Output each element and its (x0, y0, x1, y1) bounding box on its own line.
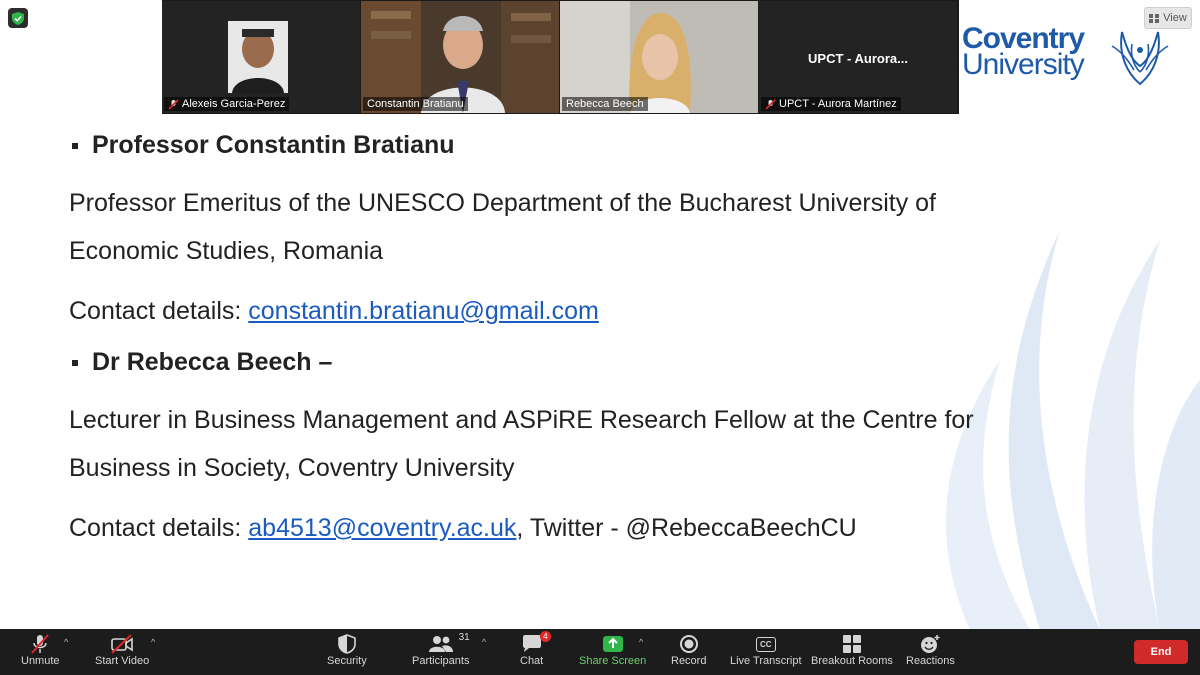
speaker-contact-1: Contact details: constantin.bratianu@gma… (69, 297, 599, 325)
video-tile-aurora[interactable]: UPCT - Aurora... UPCT - Aurora Martínez (759, 1, 957, 113)
record-icon (679, 635, 698, 653)
bullet-square (72, 142, 78, 149)
tile-name-label: Rebecca Beech (562, 97, 648, 111)
share-options-caret[interactable]: ^ (639, 637, 643, 647)
smiley-plus-icon (921, 635, 940, 653)
video-tile-constantin[interactable]: Constantin Bratianu (361, 1, 559, 113)
tile-center-name: UPCT - Aurora... (808, 51, 908, 66)
email-link-2[interactable]: ab4513@coventry.ac.uk (248, 514, 516, 542)
chat-button[interactable]: 4 Chat (520, 631, 551, 667)
participant-video-strip: Alexeis Garcia-Perez Constantin Bratianu (162, 0, 959, 114)
start-video-button[interactable]: Start Video (95, 633, 149, 667)
video-options-caret[interactable]: ^ (151, 637, 155, 647)
video-tile-rebecca[interactable]: Rebecca Beech (560, 1, 758, 113)
breakout-rooms-grid-icon (842, 635, 861, 653)
reactions-button[interactable]: Reactions (906, 633, 955, 667)
muted-mic-icon (168, 98, 179, 110)
end-meeting-button[interactable]: End (1134, 640, 1188, 664)
shield-icon (338, 634, 356, 654)
live-transcript-button[interactable]: CC Live Transcript (730, 633, 802, 667)
encryption-shield-icon[interactable] (8, 8, 28, 28)
video-off-icon (111, 634, 133, 654)
coventry-university-logo: Coventry University (962, 24, 1174, 90)
participants-count: 31 (458, 632, 470, 643)
security-button[interactable]: Security (327, 633, 367, 667)
record-button[interactable]: Record (671, 633, 706, 667)
slide-content: Professor Constantin Bratianu Professor … (69, 124, 1069, 552)
participants-button[interactable]: 31 Participants (412, 632, 470, 667)
muted-microphone-icon (31, 634, 50, 654)
phoenix-emblem-icon (1111, 31, 1169, 86)
speaker-heading-2: Dr Rebecca Beech – (69, 348, 1069, 377)
tile-name-label: Alexeis Garcia-Perez (164, 97, 290, 111)
logo-line-2: University (962, 48, 1085, 81)
breakout-rooms-button[interactable]: Breakout Rooms (811, 633, 893, 667)
speaker-description-1: Professor Emeritus of the UNESCO Departm… (69, 189, 937, 265)
speaker-contact-2: Contact details: ab4513@coventry.ac.uk, … (69, 514, 857, 542)
view-button-label: View (1163, 12, 1187, 24)
tile-name-label: UPCT - Aurora Martínez (761, 97, 901, 111)
email-link-1[interactable]: constantin.bratianu@gmail.com (248, 297, 599, 325)
video-tile-alexeis[interactable]: Alexeis Garcia-Perez (162, 1, 360, 113)
unmute-button[interactable]: Unmute (21, 633, 60, 667)
bullet-square (72, 359, 78, 366)
share-screen-arrow-icon (602, 636, 623, 652)
audio-options-caret[interactable]: ^ (64, 637, 68, 647)
tile-name-label: Constantin Bratianu (363, 97, 468, 111)
muted-mic-icon (765, 98, 776, 110)
grid-view-icon (1149, 13, 1160, 23)
participants-icon (428, 636, 453, 652)
speaker-heading-1: Professor Constantin Bratianu (69, 131, 1069, 160)
chat-unread-badge: 4 (540, 631, 551, 642)
closed-caption-icon: CC (755, 636, 776, 652)
participants-options-caret[interactable]: ^ (482, 637, 486, 647)
meeting-toolbar: Unmute ^ Start Video ^ Security 31 Parti… (0, 629, 1200, 675)
speaker-description-2: Lecturer in Business Management and ASPi… (69, 406, 974, 482)
share-screen-button[interactable]: Share Screen (579, 633, 646, 667)
